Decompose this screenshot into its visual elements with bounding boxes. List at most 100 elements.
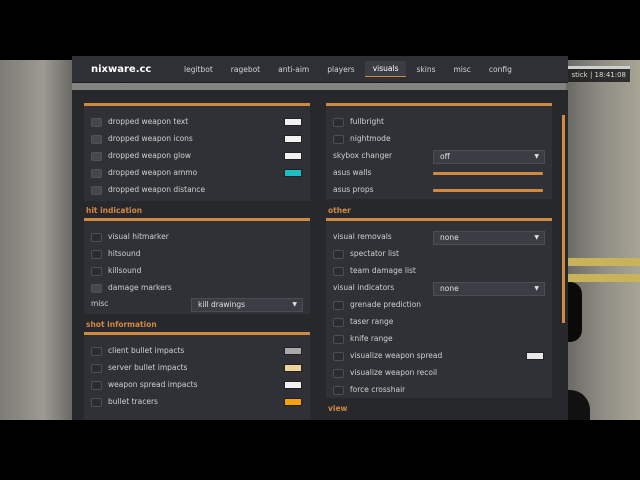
color-picker[interactable] <box>284 347 302 355</box>
option-label: weapon spread impacts <box>108 380 198 389</box>
option-label: knife range <box>350 334 393 343</box>
option-label: dropped weapon ammo <box>108 168 198 177</box>
tab-ragebot[interactable]: ragebot <box>223 62 268 77</box>
color-picker[interactable] <box>284 152 302 160</box>
checkbox[interactable] <box>333 135 344 144</box>
tab-visuals[interactable]: visuals <box>364 61 407 77</box>
checkbox[interactable] <box>91 398 102 407</box>
option-row[interactable]: client bullet impacts <box>84 345 310 359</box>
checkbox[interactable] <box>333 118 344 127</box>
option-row[interactable]: dropped weapon ammo <box>84 167 310 181</box>
option-row[interactable]: grenade prediction <box>326 299 552 313</box>
option-row[interactable]: hitsound <box>84 248 310 262</box>
skybox-row: skybox changer off ▼ <box>326 150 552 164</box>
option-label: client bullet impacts <box>108 346 185 355</box>
asus-props-slider[interactable] <box>433 189 543 192</box>
option-label: dropped weapon text <box>108 117 189 126</box>
tab-misc[interactable]: misc <box>445 62 478 77</box>
option-row[interactable]: spectator list <box>326 248 552 262</box>
yellow-stripe <box>566 258 640 266</box>
checkbox[interactable] <box>333 335 344 344</box>
option-row[interactable]: nightmode <box>326 133 552 147</box>
dropdown-value: none <box>440 284 459 293</box>
option-label: fullbright <box>350 117 384 126</box>
option-row[interactable]: knife range <box>326 333 552 347</box>
option-row[interactable]: dropped weapon distance <box>84 184 310 198</box>
option-label: asus walls <box>333 168 372 177</box>
option-row[interactable]: visualize weapon spread <box>326 350 552 364</box>
color-picker[interactable] <box>284 398 302 406</box>
option-row[interactable]: dropped weapon glow <box>84 150 310 164</box>
option-row[interactable]: visual hitmarker <box>84 231 310 245</box>
option-row[interactable]: force crosshair <box>326 384 552 398</box>
checkbox[interactable] <box>333 369 344 378</box>
section-title-hit-indication: hit indication <box>86 206 143 215</box>
left-wall <box>0 60 72 420</box>
checkbox[interactable] <box>333 301 344 310</box>
option-row[interactable]: dropped weapon text <box>84 116 310 130</box>
checkbox[interactable] <box>91 135 102 144</box>
visual-indicators-dropdown[interactable]: none ▼ <box>433 282 545 296</box>
option-row[interactable]: visualize weapon recoil <box>326 367 552 381</box>
dropdown-value: none <box>440 233 459 242</box>
checkbox[interactable] <box>333 250 344 259</box>
option-row[interactable]: damage markers <box>84 282 310 296</box>
option-label: spectator list <box>350 249 399 258</box>
misc-row: misc kill drawings ▼ <box>84 298 310 312</box>
checkbox[interactable] <box>91 347 102 356</box>
checkbox[interactable] <box>333 386 344 395</box>
option-label: nightmode <box>350 134 391 143</box>
checkbox[interactable] <box>91 152 102 161</box>
hud-stick-label: stick | 18:41:08 <box>567 69 630 82</box>
chevron-down-icon: ▼ <box>534 234 539 241</box>
option-label: hitsound <box>108 249 141 258</box>
tab-config[interactable]: config <box>481 62 520 77</box>
section-title-view: view <box>328 404 348 413</box>
color-picker[interactable] <box>284 381 302 389</box>
checkbox[interactable] <box>91 267 102 276</box>
checkbox[interactable] <box>91 250 102 259</box>
option-row[interactable]: killsound <box>84 265 310 279</box>
checkbox[interactable] <box>91 381 102 390</box>
section-title-other: other <box>328 206 351 215</box>
checkbox[interactable] <box>91 118 102 127</box>
option-label: damage markers <box>108 283 172 292</box>
option-label: force crosshair <box>350 385 406 394</box>
checkbox[interactable] <box>91 233 102 242</box>
tab-skins[interactable]: skins <box>408 62 443 77</box>
scrollbar-thumb[interactable] <box>562 115 565 323</box>
color-picker[interactable] <box>284 169 302 177</box>
option-row[interactable]: weapon spread impacts <box>84 379 310 393</box>
tab-anti-aim[interactable]: anti-aim <box>270 62 317 77</box>
option-row[interactable]: server bullet impacts <box>84 362 310 376</box>
checkbox[interactable] <box>91 169 102 178</box>
option-label: visual hitmarker <box>108 232 169 241</box>
option-row[interactable]: team damage list <box>326 265 552 279</box>
checkbox[interactable] <box>91 186 102 195</box>
checkbox[interactable] <box>91 284 102 293</box>
hit-indication-group: visual hitmarker hitsound killsound dama… <box>84 218 310 314</box>
checkbox[interactable] <box>333 318 344 327</box>
option-label: dropped weapon icons <box>108 134 193 143</box>
misc-dropdown[interactable]: kill drawings ▼ <box>191 298 303 312</box>
slider-row: asus walls <box>326 167 552 181</box>
color-picker[interactable] <box>284 118 302 126</box>
checkbox[interactable] <box>333 352 344 361</box>
checkbox[interactable] <box>91 364 102 373</box>
tab-legitbot[interactable]: legitbot <box>176 62 221 77</box>
color-picker[interactable] <box>526 352 544 360</box>
option-row[interactable]: bullet tracers <box>84 396 310 410</box>
color-picker[interactable] <box>284 135 302 143</box>
option-row[interactable]: fullbright <box>326 116 552 130</box>
checkbox[interactable] <box>333 267 344 276</box>
dropdown-value: off <box>440 152 450 161</box>
asus-walls-slider[interactable] <box>433 172 543 175</box>
color-picker[interactable] <box>284 364 302 372</box>
skybox-dropdown[interactable]: off ▼ <box>433 150 545 164</box>
option-label: team damage list <box>350 266 416 275</box>
option-row[interactable]: taser range <box>326 316 552 330</box>
tab-players[interactable]: players <box>319 62 362 77</box>
visual-removals-dropdown[interactable]: none ▼ <box>433 231 545 245</box>
option-label: visual indicators <box>333 283 395 292</box>
option-row[interactable]: dropped weapon icons <box>84 133 310 147</box>
